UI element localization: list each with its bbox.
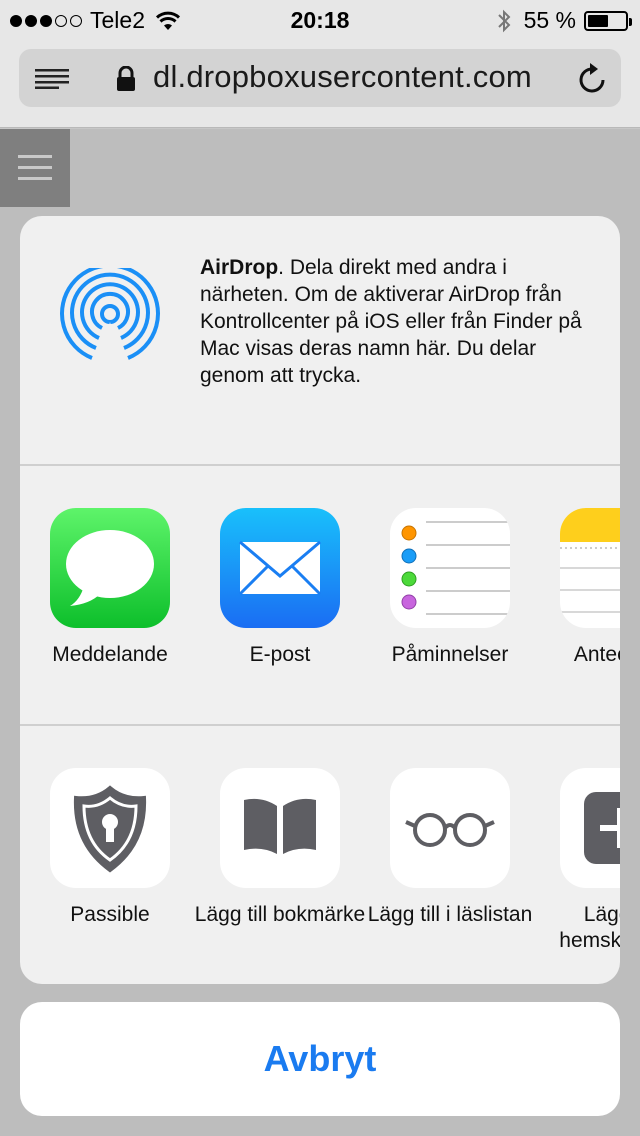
browser-toolbar: dl.dropboxusercontent.com <box>0 40 640 128</box>
airdrop-title: AirDrop <box>200 256 279 279</box>
bluetooth-icon <box>497 9 510 32</box>
share-app-label: Påminnelser <box>391 643 509 666</box>
share-action-label: Passible <box>70 903 150 926</box>
reader-menu-icon[interactable] <box>35 69 69 89</box>
reminders-icon <box>390 508 510 628</box>
page-menu-button <box>0 129 70 207</box>
battery-percent: 55 % <box>523 7 576 33</box>
book-icon <box>220 768 340 888</box>
status-bar: Tele2 20:18 55 % <box>0 0 640 40</box>
airdrop-icon <box>60 268 160 364</box>
share-action-label: Lägg till bokmärke <box>194 903 366 926</box>
mail-icon <box>220 508 340 628</box>
share-sheet: AirDrop. Dela direkt med andra i närhete… <box>20 216 620 984</box>
share-app-label: E-post <box>249 643 311 666</box>
add-to-homescreen-icon <box>560 768 620 888</box>
share-apps-row[interactable]: Meddelande E-post Påminnelser Ante <box>20 468 620 726</box>
share-action-label: Lägg till i läslistan <box>367 903 533 926</box>
airdrop-section[interactable]: AirDrop. Dela direkt med andra i närhete… <box>20 216 620 466</box>
share-action-label: Lägg till hemskärmen <box>559 903 620 952</box>
address-bar[interactable]: dl.dropboxusercontent.com <box>19 49 621 107</box>
glasses-icon <box>390 768 510 888</box>
lock-icon <box>117 66 135 91</box>
share-actions-row[interactable]: Passible Lägg till bokmärke Lägg till i … <box>20 728 620 984</box>
battery-icon <box>584 10 632 31</box>
url-text: dl.dropboxusercontent.com <box>153 59 532 94</box>
cancel-button[interactable]: Avbryt <box>20 1002 620 1116</box>
notes-icon <box>560 508 620 628</box>
airdrop-description: AirDrop. Dela direkt med andra i närhete… <box>200 254 596 389</box>
share-app-label: Meddelande <box>52 643 168 666</box>
messages-icon <box>50 508 170 628</box>
passible-shield-icon <box>50 768 170 888</box>
share-app-label: Antecknin <box>573 643 620 666</box>
reload-icon[interactable] <box>577 61 609 95</box>
